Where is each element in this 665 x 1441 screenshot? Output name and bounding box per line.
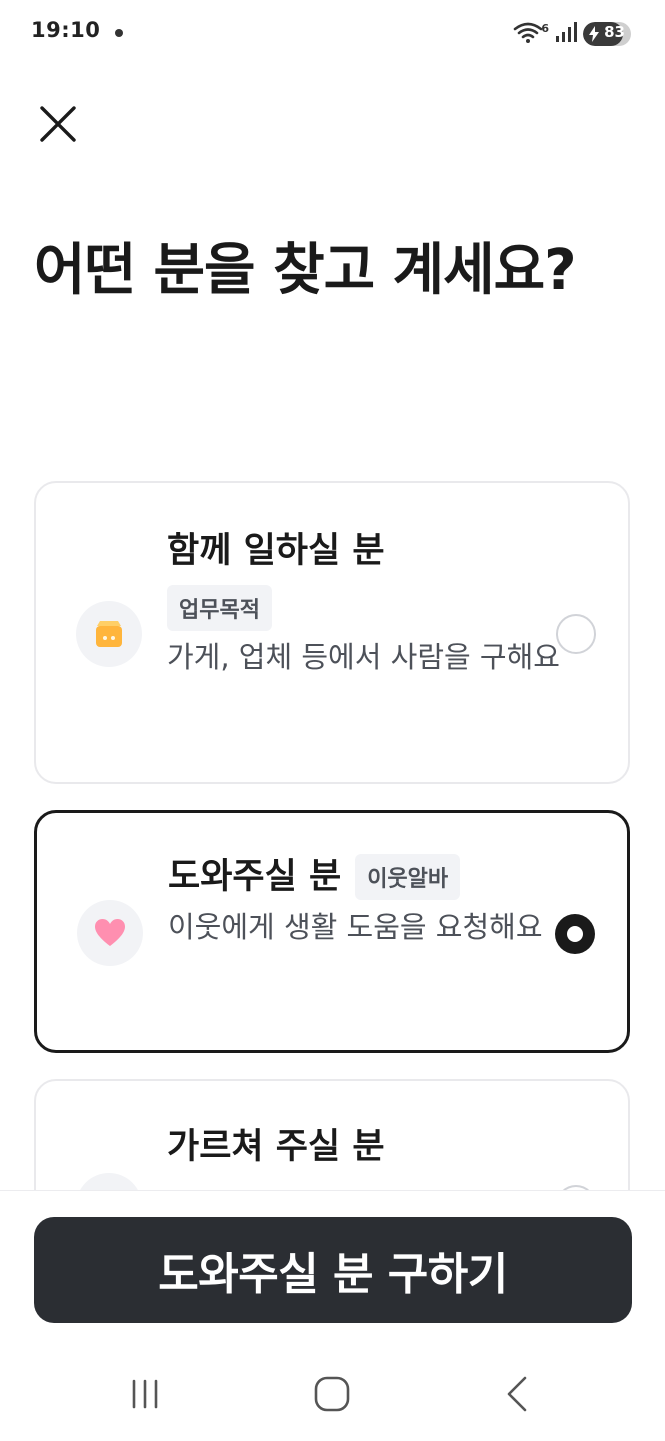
back-button[interactable]	[478, 1359, 558, 1429]
title-row: 도와주실 분 이웃알바	[168, 853, 568, 901]
system-nav-bar	[0, 1359, 665, 1429]
network-type-label: 6	[541, 21, 549, 35]
option-badge: 이웃알바	[355, 854, 461, 900]
option-card-help[interactable]: 도와주실 분 이웃알바 이웃에게 생활 도움을 요청해요	[34, 810, 630, 1053]
badge-row: 업무목적	[167, 585, 567, 631]
close-button[interactable]	[30, 96, 86, 152]
store-icon-circle	[76, 601, 142, 667]
option-title: 도와주실 분	[168, 857, 342, 897]
page-title: 어떤 분을 찾고 계세요?	[34, 238, 577, 303]
option-description: 이웃에게 생활 도움을 요청해요	[168, 910, 543, 944]
option-badge: 업무목적	[167, 585, 272, 631]
option-body-work: 함께 일하실 분 업무목적 가게, 업체 등에서 사람을 구해요	[167, 527, 567, 681]
home-button[interactable]	[292, 1359, 372, 1429]
heart-icon-circle	[77, 900, 143, 966]
heart-icon	[95, 919, 125, 946]
battery-level-text: 83	[604, 23, 625, 41]
signal-icon	[555, 21, 577, 47]
radio-help[interactable]	[555, 914, 595, 954]
back-icon	[507, 1376, 527, 1412]
wifi-icon	[513, 20, 543, 48]
battery-indicator: 83	[583, 22, 631, 46]
status-time: 19:10	[31, 18, 101, 42]
status-bar: 19:10 6 83	[0, 0, 665, 68]
close-icon	[40, 106, 76, 142]
status-icons: 6 83	[513, 20, 631, 48]
notification-dot	[115, 29, 123, 37]
radio-work[interactable]	[556, 614, 596, 654]
option-description: 가게, 업체 등에서 사람을 구해요	[167, 640, 560, 674]
store-icon	[96, 621, 122, 647]
option-card-work[interactable]: 함께 일하실 분 업무목적 가게, 업체 등에서 사람을 구해요	[34, 481, 630, 784]
option-body-help: 도와주실 분 이웃알바 이웃에게 생활 도움을 요청해요	[168, 853, 568, 951]
home-icon	[314, 1376, 350, 1412]
option-body-teach: 가르쳐 주실 분	[167, 1123, 567, 1171]
option-title: 함께 일하실 분	[167, 531, 385, 571]
recents-button[interactable]	[105, 1359, 185, 1429]
bottom-action-area: 도와주실 분 구하기	[0, 1190, 665, 1441]
recents-icon	[132, 1379, 158, 1409]
option-title: 가르쳐 주실 분	[167, 1127, 385, 1167]
find-helper-button[interactable]: 도와주실 분 구하기	[34, 1217, 632, 1323]
